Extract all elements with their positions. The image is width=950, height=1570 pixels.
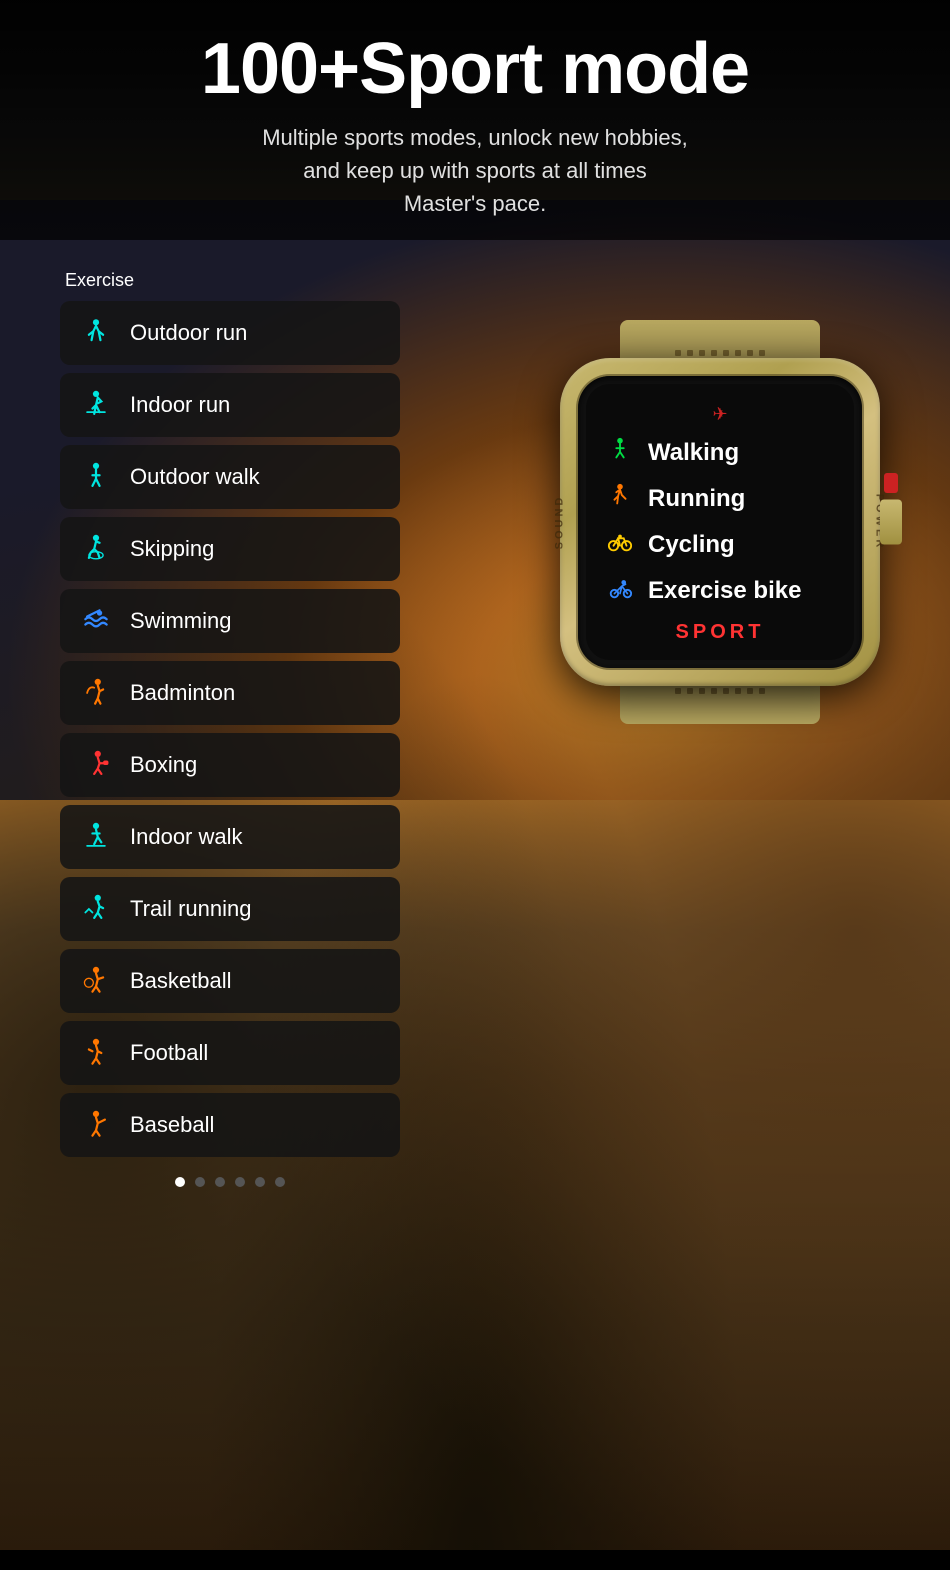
- list-item[interactable]: Basketball: [60, 949, 400, 1013]
- swimming-label: Swimming: [130, 608, 231, 634]
- vent-dot: [687, 688, 693, 694]
- list-item[interactable]: Indoor run: [60, 373, 400, 437]
- vent-dot: [735, 350, 741, 356]
- sport-text: SPORT: [676, 621, 765, 643]
- list-item[interactable]: Trail running: [60, 877, 400, 941]
- pagination-dots: [60, 1177, 400, 1187]
- list-item[interactable]: Outdoor walk: [60, 445, 400, 509]
- vent-dot: [759, 688, 765, 694]
- dot-3[interactable]: [215, 1177, 225, 1187]
- vent-dot: [675, 350, 681, 356]
- boxing-icon: [78, 747, 114, 783]
- outdoor-run-icon: [78, 315, 114, 351]
- badminton-icon: [78, 675, 114, 711]
- vent-dot: [759, 350, 765, 356]
- page-title: 100+Sport mode: [60, 30, 890, 109]
- outdoor-walk-label: Outdoor walk: [130, 464, 260, 490]
- basketball-icon: [78, 963, 114, 999]
- trail-run-label: Trail running: [130, 896, 251, 922]
- basketball-label: Basketball: [130, 968, 232, 994]
- vent-dot: [687, 350, 693, 356]
- swimming-icon: [78, 603, 114, 639]
- watch-lug-top: [620, 320, 820, 360]
- walking-label: Walking: [648, 439, 739, 467]
- modes-label: Exercise: [60, 270, 400, 291]
- watch-outer-case: SOUND POWER ✈: [560, 358, 880, 686]
- page-subtitle: Multiple sports modes, unlock new hobbie…: [60, 121, 890, 220]
- dot-6[interactable]: [275, 1177, 285, 1187]
- exercise-bike-label: Exercise bike: [648, 577, 801, 605]
- skipping-label: Skipping: [130, 536, 214, 562]
- content-wrapper: 100+Sport mode Multiple sports modes, un…: [0, 0, 950, 1550]
- trail-run-icon: [78, 891, 114, 927]
- vent-dot: [723, 688, 729, 694]
- vent-dot: [747, 688, 753, 694]
- badminton-label: Badminton: [130, 680, 235, 706]
- list-item[interactable]: Swimming: [60, 589, 400, 653]
- dot-1[interactable]: [175, 1177, 185, 1187]
- header: 100+Sport mode Multiple sports modes, un…: [0, 0, 950, 240]
- indoor-run-label: Indoor run: [130, 392, 230, 418]
- modes-panel: Exercise Outdoor run: [60, 270, 400, 1570]
- dot-5[interactable]: [255, 1177, 265, 1187]
- dot-4[interactable]: [235, 1177, 245, 1187]
- indoor-walk-label: Indoor walk: [130, 824, 243, 850]
- watch-sport-walking: Walking: [606, 437, 834, 469]
- boxing-label: Boxing: [130, 752, 197, 778]
- football-label: Football: [130, 1040, 208, 1066]
- watch-logo: ✈: [606, 404, 834, 425]
- exercise-bike-icon: [606, 575, 634, 607]
- outdoor-run-label: Outdoor run: [130, 320, 247, 346]
- watch-sport-running: Running: [606, 483, 834, 515]
- watch-body: SOUND POWER ✈: [560, 320, 880, 724]
- watch-screen: ✈ Walking: [586, 384, 854, 660]
- watch-crown: [880, 500, 902, 545]
- indoor-walk-icon: [78, 819, 114, 855]
- watch-side-left-label: SOUND: [553, 495, 565, 550]
- watch-sport-exercise-bike: Exercise bike: [606, 575, 834, 607]
- vent-dot: [711, 350, 717, 356]
- list-item[interactable]: Indoor walk: [60, 805, 400, 869]
- baseball-label: Baseball: [130, 1112, 214, 1138]
- dot-2[interactable]: [195, 1177, 205, 1187]
- skipping-icon: [78, 531, 114, 567]
- sport-bottom-label: SPORT: [606, 621, 834, 644]
- list-item[interactable]: Boxing: [60, 733, 400, 797]
- watch-area: SOUND POWER ✈: [520, 320, 920, 724]
- vent-dot: [699, 688, 705, 694]
- indoor-run-icon: [78, 387, 114, 423]
- vent-dot: [723, 350, 729, 356]
- run-icon: [606, 483, 634, 515]
- list-item[interactable]: Baseball: [60, 1093, 400, 1157]
- walk-icon: [606, 437, 634, 469]
- vent-dot: [747, 350, 753, 356]
- watch-lug-bottom: [620, 684, 820, 724]
- baseball-icon: [78, 1107, 114, 1143]
- watch-sport-cycling: Cycling: [606, 529, 834, 561]
- vent-dots: [675, 350, 765, 356]
- watch-button-red: [884, 473, 898, 493]
- vent-dot: [675, 688, 681, 694]
- vent-dot: [711, 688, 717, 694]
- eagle-icon: ✈: [712, 404, 727, 424]
- list-item[interactable]: Football: [60, 1021, 400, 1085]
- vent-dot: [735, 688, 741, 694]
- running-label: Running: [648, 485, 745, 513]
- vent-dots-bottom: [675, 688, 765, 694]
- list-item[interactable]: Badminton: [60, 661, 400, 725]
- cycle-icon: [606, 529, 634, 561]
- outdoor-walk-icon: [78, 459, 114, 495]
- list-item[interactable]: Outdoor run: [60, 301, 400, 365]
- list-item[interactable]: Skipping: [60, 517, 400, 581]
- football-icon: [78, 1035, 114, 1071]
- watch-bezel: ✈ Walking: [578, 376, 862, 668]
- main-layout: Exercise Outdoor run: [0, 240, 950, 1570]
- cycling-label: Cycling: [648, 531, 735, 559]
- vent-dot: [699, 350, 705, 356]
